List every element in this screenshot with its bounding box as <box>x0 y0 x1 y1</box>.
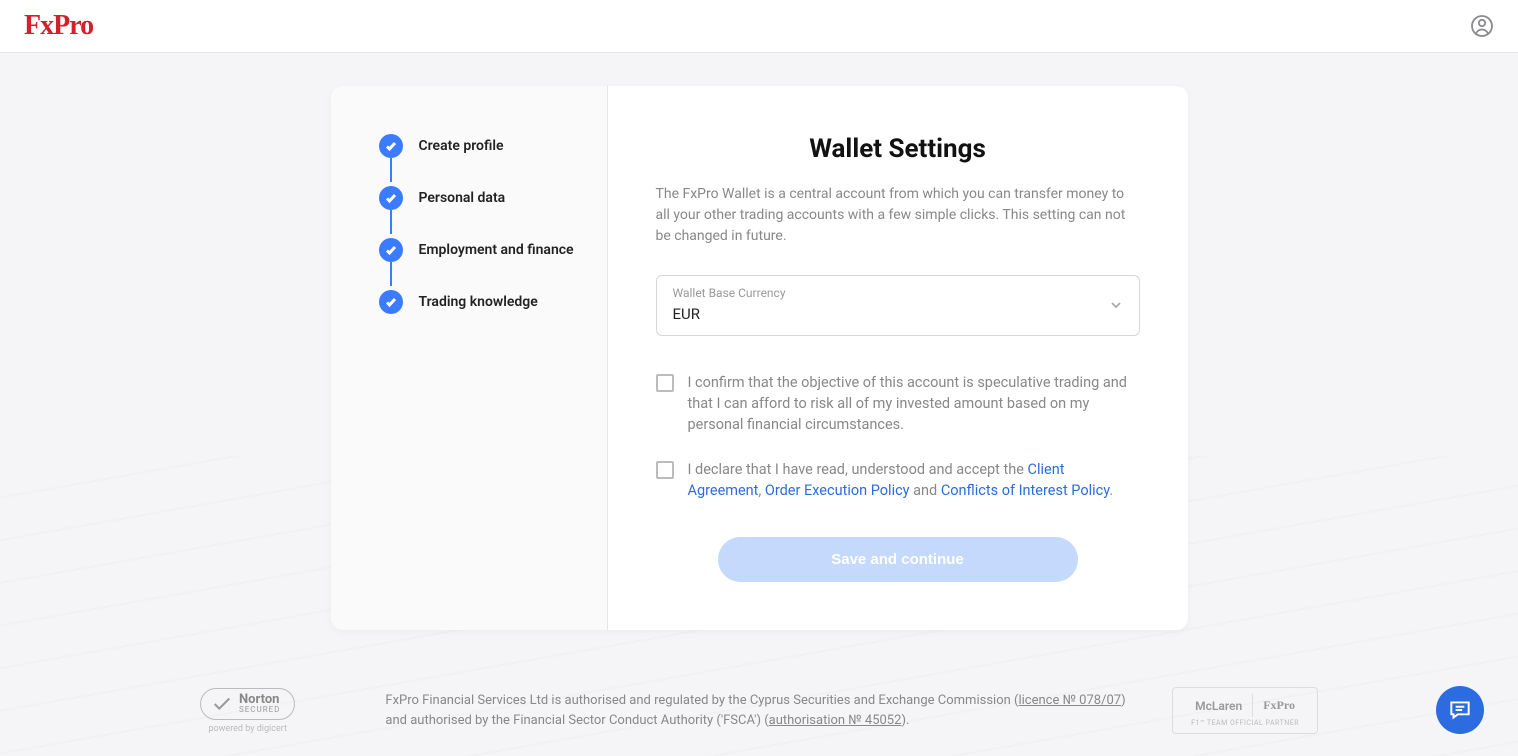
currency-select[interactable]: Wallet Base Currency EUR <box>656 275 1140 336</box>
footer-legal-text: FxPro Financial Services Ltd is authoris… <box>385 691 1142 730</box>
confirm-agreements-row: I declare that I have read, understood a… <box>656 459 1140 501</box>
confirm-speculative-checkbox[interactable] <box>656 374 674 392</box>
checkmark-icon <box>211 693 233 715</box>
header: FxPro <box>0 0 1518 53</box>
currency-label: Wallet Base Currency <box>673 286 1123 300</box>
main-container: Create profile Personal data Employment … <box>0 53 1518 630</box>
footer: Norton SECURED powered by digicert FxPro… <box>0 687 1518 734</box>
description: The FxPro Wallet is a central account fr… <box>656 184 1140 247</box>
step-trading-knowledge: Trading knowledge <box>379 290 575 314</box>
order-execution-link[interactable]: Order Execution Policy <box>765 482 910 499</box>
check-icon <box>379 186 403 210</box>
step-label: Employment and finance <box>419 238 574 259</box>
agreements-prefix: I declare that I have read, understood a… <box>688 461 1028 478</box>
norton-secured: SECURED <box>239 706 280 714</box>
licence-link[interactable]: licence № 078/07 <box>1018 693 1121 708</box>
check-icon <box>379 238 403 262</box>
confirm-speculative-row: I confirm that the objective of this acc… <box>656 372 1140 435</box>
confirm-agreements-text: I declare that I have read, understood a… <box>688 459 1140 501</box>
logo: FxPro <box>24 10 93 42</box>
card: Create profile Personal data Employment … <box>331 86 1188 630</box>
partner-badge: McLaren FxPro F1™ TEAM OFFICIAL PARTNER <box>1172 687 1318 734</box>
currency-value: EUR <box>673 305 701 323</box>
chat-icon <box>1447 697 1473 723</box>
step-label: Personal data <box>419 186 506 207</box>
check-icon <box>379 290 403 314</box>
auth-link[interactable]: authorisation № 45052 <box>769 713 902 728</box>
save-continue-button[interactable]: Save and continue <box>718 537 1078 582</box>
confirm-speculative-text: I confirm that the objective of this acc… <box>688 372 1140 435</box>
legal-p1: FxPro Financial Services Ltd is authoris… <box>385 693 1018 708</box>
partner-fxpro: FxPro <box>1252 694 1305 717</box>
sidebar: Create profile Personal data Employment … <box>331 86 608 630</box>
sep: and <box>910 482 941 499</box>
norton-badge[interactable]: Norton SECURED powered by digicert <box>200 688 295 734</box>
user-icon[interactable] <box>1470 14 1494 38</box>
content-panel: Wallet Settings The FxPro Wallet is a ce… <box>608 86 1188 630</box>
page-title: Wallet Settings <box>656 134 1140 164</box>
step-create-profile: Create profile <box>379 134 575 186</box>
step-list: Create profile Personal data Employment … <box>379 134 575 314</box>
step-label: Trading knowledge <box>419 290 538 311</box>
conflicts-policy-link[interactable]: Conflicts of Interest Policy <box>941 482 1110 499</box>
step-label: Create profile <box>419 134 504 155</box>
confirm-agreements-checkbox[interactable] <box>656 461 674 479</box>
norton-powered: powered by digicert <box>208 724 286 734</box>
step-personal-data: Personal data <box>379 186 575 238</box>
step-employment-finance: Employment and finance <box>379 238 575 290</box>
period: . <box>1109 482 1113 499</box>
chat-button[interactable] <box>1436 686 1484 734</box>
legal-p3: ). <box>901 713 909 728</box>
check-icon <box>379 134 403 158</box>
partner-mclaren: McLaren <box>1185 695 1252 717</box>
chevron-down-icon <box>1109 296 1123 315</box>
partner-subtitle: F1™ TEAM OFFICIAL PARTNER <box>1185 719 1305 727</box>
